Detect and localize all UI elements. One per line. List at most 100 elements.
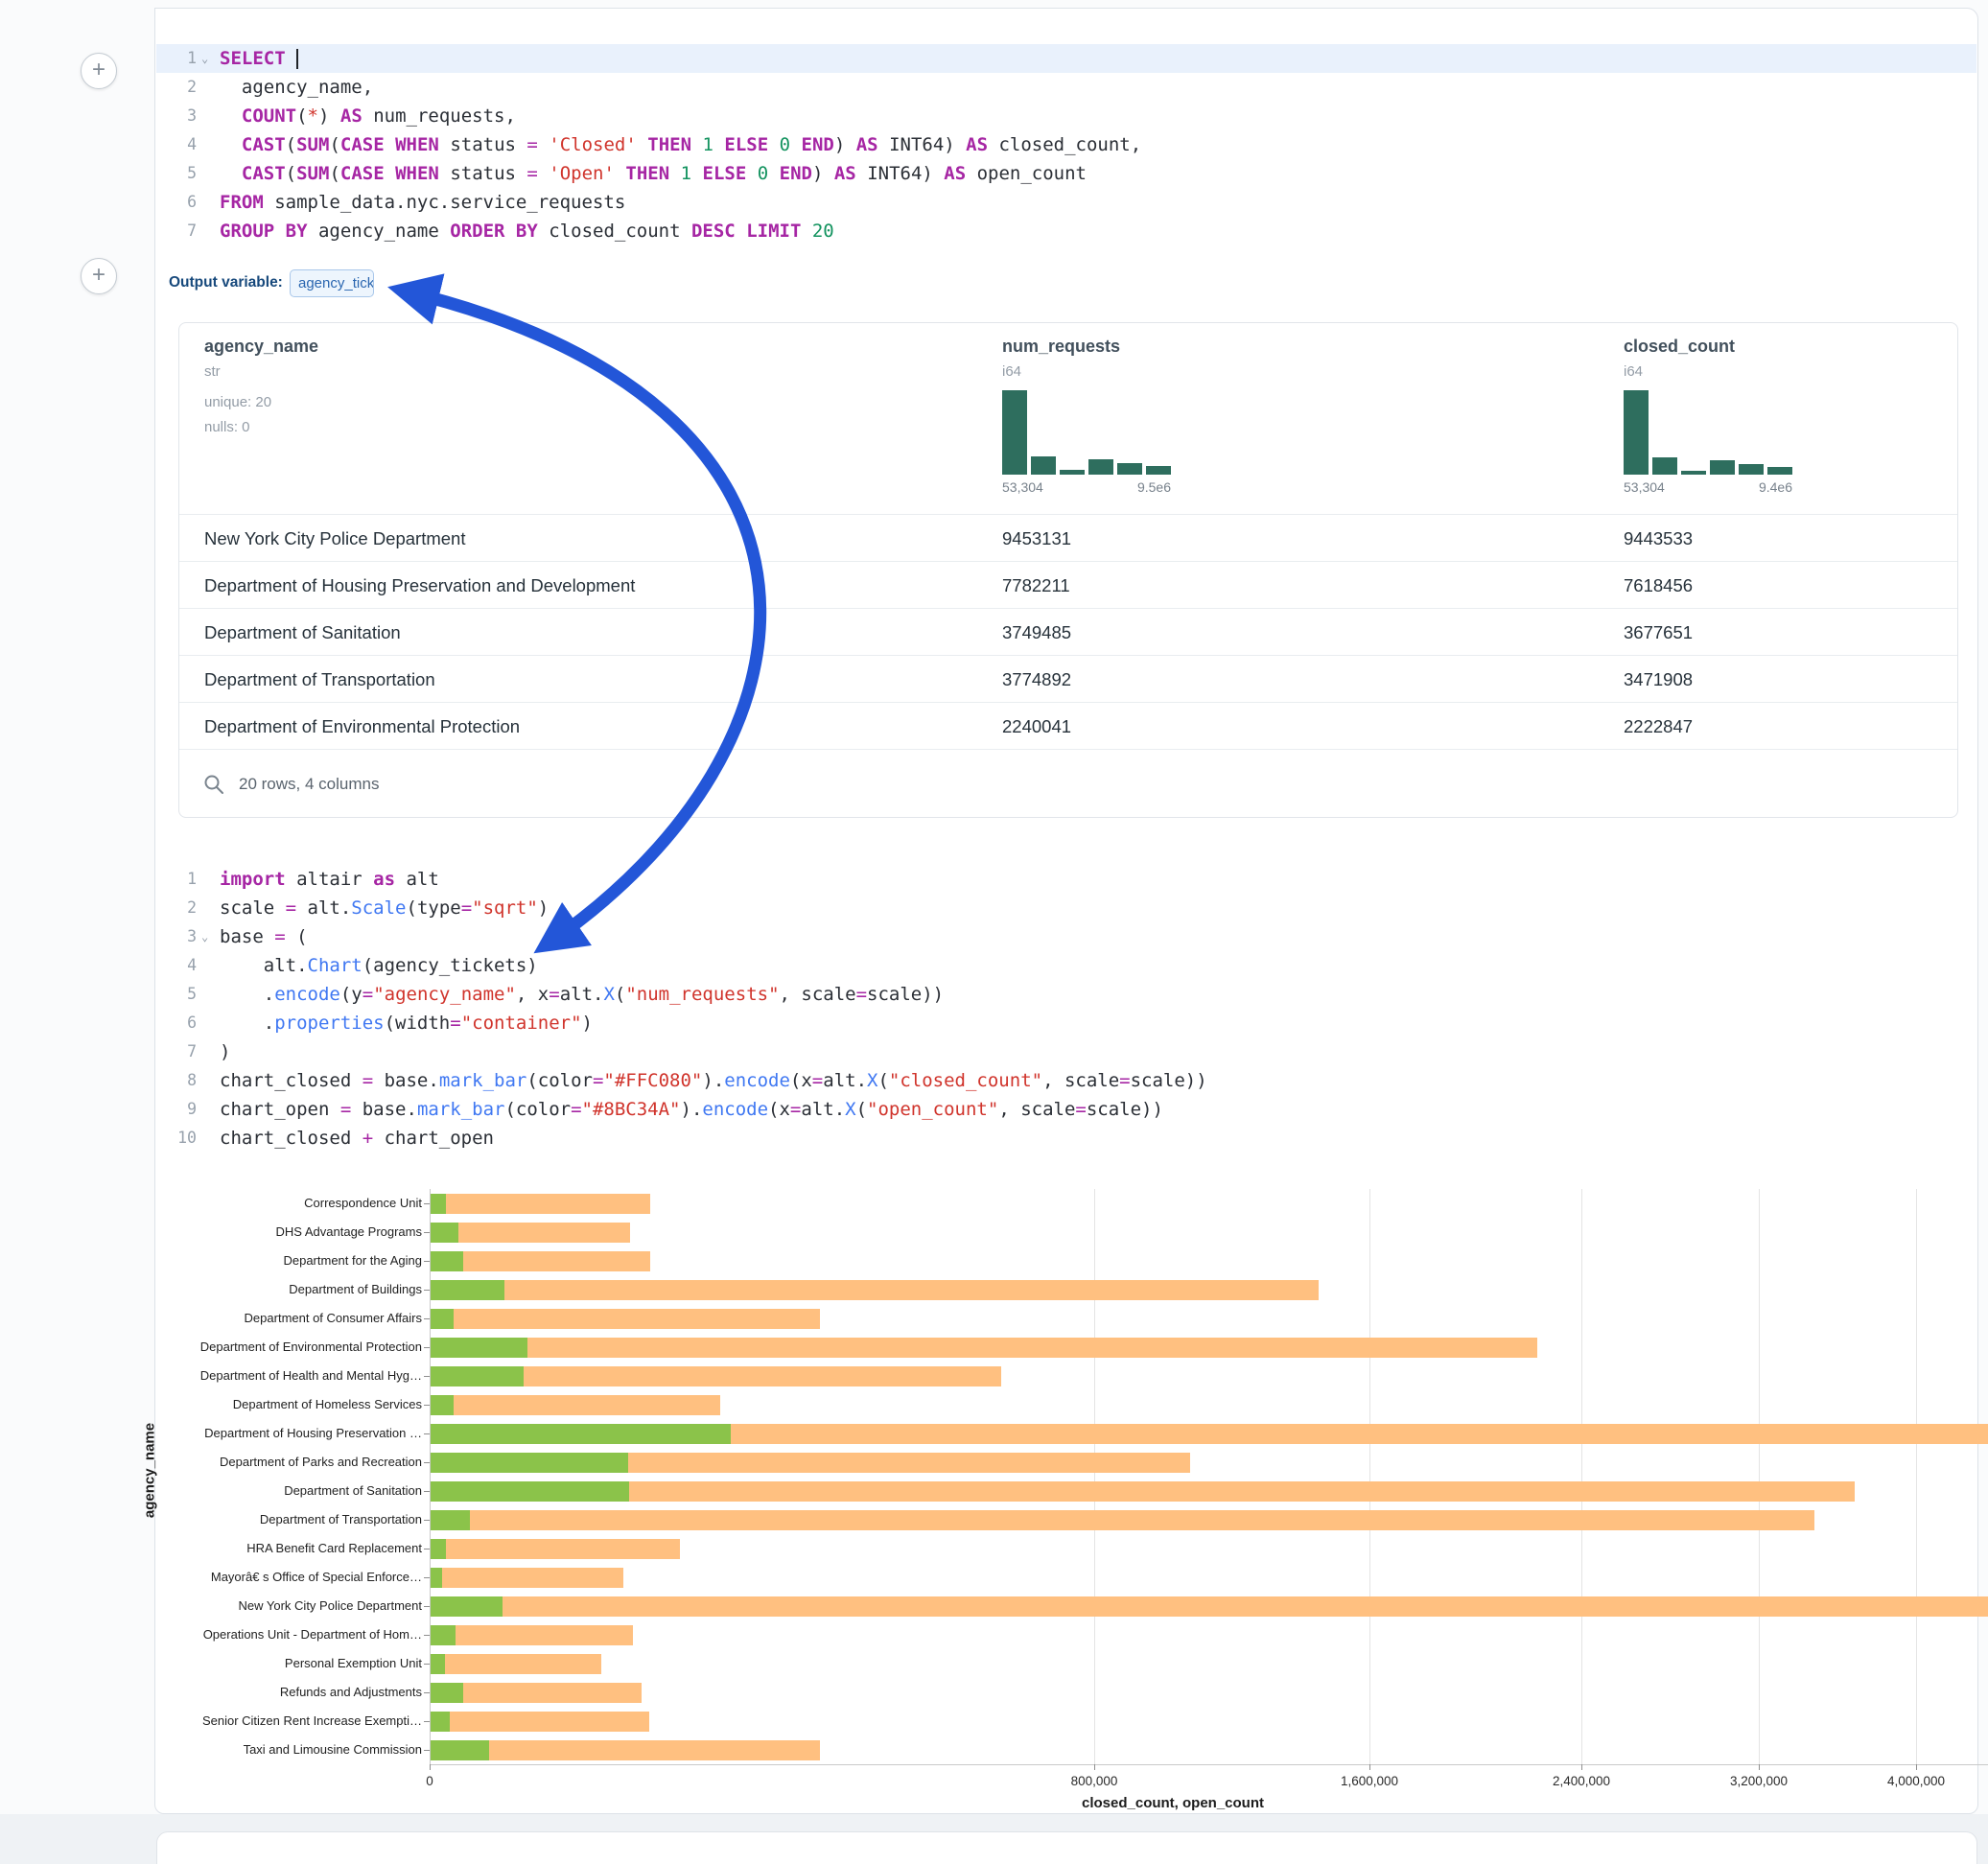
table-row: Department of Environmental Protection 22… — [179, 702, 1957, 749]
code-text: chart_open = base.mark_bar(color="#8BC34… — [220, 1095, 1163, 1124]
table-cell: 3471908 — [1624, 656, 1693, 703]
table-row: New York City Police Department945313194… — [179, 514, 1957, 561]
table-cell: 2222847 — [1624, 703, 1693, 750]
code-text: base = ( — [220, 922, 308, 951]
code-text: chart_closed + chart_open — [220, 1124, 494, 1153]
output-variable-chip[interactable]: agency_tickets — [290, 269, 374, 297]
code-text: .properties(width="container") — [220, 1009, 593, 1037]
table-cell: 7618456 — [1624, 562, 1693, 609]
column-type: str — [204, 363, 221, 380]
table-cell: Department of Transportation — [204, 656, 435, 703]
code-text: alt.Chart(agency_tickets) — [220, 951, 538, 980]
histogram-bar — [1031, 456, 1056, 475]
line-number: 6 — [158, 1009, 197, 1037]
table-row: Department of Sanitation37494853677651 — [179, 608, 1957, 655]
histogram-bar — [1739, 464, 1764, 475]
line-number: 7 — [158, 1037, 197, 1066]
code-line: 8 chart_closed = base.mark_bar(color="#FF… — [156, 1066, 1976, 1095]
code-line: 7) — [156, 1037, 1976, 1066]
table-cell: Department of Environmental Protection — [204, 703, 520, 750]
python-cell-editor[interactable]: 1 import altair as alt 2 scale = alt.Scale(… — [156, 857, 1976, 1151]
notebook-page: + + 1⌄SELECT 2 agency_name,3 COUNT(*) AS… — [0, 0, 1988, 1864]
code-line: 5 .encode(y="agency_name", x=alt.X("num_… — [156, 980, 1976, 1009]
text-cursor — [296, 49, 298, 69]
code-line: 9chart_open = base.mark_bar(color="#8BC3… — [156, 1095, 1976, 1124]
table-cell: 9443533 — [1624, 515, 1693, 562]
column-header-closed_count[interactable]: closed_counti6453,3049.4e6 — [1624, 323, 1930, 514]
code-line: 7 GROUP BY agency_name ORDER BY closed_co… — [156, 217, 1976, 245]
column-name: agency_name — [204, 337, 318, 357]
column-histogram — [1624, 390, 1792, 475]
line-number: 3 — [158, 102, 197, 130]
column-header-agency_name[interactable]: agency_namestr unique: 20 nulls: 0 — [204, 323, 511, 514]
code-text: COUNT(*) AS num_requests, — [220, 102, 516, 130]
sql-cell-editor[interactable]: 1⌄SELECT 2 agency_name,3 COUNT(*) AS num… — [156, 36, 1976, 249]
code-text: GROUP BY agency_name ORDER BY closed_cou… — [220, 217, 834, 245]
code-line: 4 CAST(SUM(CASE WHEN status = 'Closed' T… — [156, 130, 1976, 159]
code-line: 1 import altair as alt — [156, 865, 1976, 894]
column-name: num_requests — [1002, 337, 1120, 357]
histogram-bar — [1117, 463, 1142, 475]
table-summary: 20 rows, 4 columns — [239, 750, 379, 819]
column-histogram — [1002, 390, 1171, 475]
table-cell: 9453131 — [1002, 515, 1071, 562]
next-cell-edge — [156, 1831, 1977, 1864]
add-cell-button-middle[interactable]: + — [81, 258, 117, 294]
code-line: 6 .properties(width="container") — [156, 1009, 1976, 1037]
histogram-bar — [1681, 471, 1706, 475]
line-number: 2 — [158, 894, 197, 922]
code-text: chart_closed = base.mark_bar(color="#FFC… — [220, 1066, 1207, 1095]
column-type: i64 — [1624, 363, 1643, 380]
line-number: 8 — [158, 1066, 197, 1095]
chevron-down-icon[interactable]: ⌄ — [201, 922, 208, 951]
line-number: 2 — [158, 73, 197, 102]
histogram-bar — [1002, 390, 1027, 475]
code-line: 3 COUNT(*) AS num_requests, — [156, 102, 1976, 130]
line-number: 5 — [158, 159, 197, 188]
code-line: 10 chart_closed + chart_open — [156, 1124, 1976, 1153]
table-cell: 7782211 — [1002, 562, 1070, 609]
code-text: agency_name, — [220, 73, 373, 102]
code-line: 5 CAST(SUM(CASE WHEN status = 'Open' THE… — [156, 159, 1976, 188]
line-number: 10 — [158, 1124, 197, 1153]
line-number: 1 — [158, 44, 197, 73]
histogram-max-label: 9.4e6 — [1624, 479, 1792, 495]
column-header-num_requests[interactable]: num_requestsi6453,3049.5e6 — [1002, 323, 1309, 514]
code-text: import altair as alt — [220, 865, 439, 894]
code-text: .encode(y="agency_name", x=alt.X("num_re… — [220, 980, 944, 1009]
code-text: CAST(SUM(CASE WHEN status = 'Open' THEN … — [220, 159, 1087, 188]
code-line: 6FROM sample_data.nyc.service_requests — [156, 188, 1976, 217]
table-cell: Department of Housing Preservation and D… — [204, 562, 635, 609]
code-text: SELECT — [220, 44, 298, 73]
column-meta: nulls: 0 — [204, 419, 250, 435]
line-number: 7 — [158, 217, 197, 245]
histogram-bar — [1088, 459, 1113, 475]
table-cell: Department of Sanitation — [204, 609, 401, 656]
code-text: FROM sample_data.nyc.service_requests — [220, 188, 625, 217]
chevron-down-icon[interactable]: ⌄ — [201, 44, 208, 73]
line-number: 1 — [158, 865, 197, 894]
line-number: 5 — [158, 980, 197, 1009]
output-variable-label: Output variable: — [169, 268, 283, 297]
code-text: ) — [220, 1037, 230, 1066]
code-text: CAST(SUM(CASE WHEN status = 'Closed' THE… — [220, 130, 1141, 159]
histogram-bar — [1060, 470, 1085, 475]
code-text: scale = alt.Scale(type="sqrt") — [220, 894, 549, 922]
line-number: 4 — [158, 130, 197, 159]
histogram-bar — [1146, 466, 1171, 475]
histogram-bar — [1652, 457, 1677, 475]
add-cell-button-top[interactable]: + — [81, 53, 117, 89]
code-line: 3⌄base = ( — [156, 922, 1976, 951]
result-table: agency_namestr unique: 20 nulls: 0 num_requ… — [178, 322, 1958, 818]
table-row: Department of Transportation 3774892 34719… — [179, 655, 1957, 702]
code-line: 2 scale = alt.Scale(type="sqrt") — [156, 894, 1976, 922]
table-cell: 3749485 — [1002, 609, 1071, 656]
table-cell: 3774892 — [1002, 656, 1071, 703]
column-meta: unique: 20 — [204, 394, 271, 410]
histogram-bar — [1767, 467, 1792, 475]
line-number: 4 — [158, 951, 197, 980]
code-line: 1⌄ SELECT — [156, 44, 1976, 73]
table-footer: 20 rows, 4 columns — [179, 749, 1957, 818]
column-type: i64 — [1002, 363, 1021, 380]
search-icon[interactable] — [202, 773, 225, 796]
